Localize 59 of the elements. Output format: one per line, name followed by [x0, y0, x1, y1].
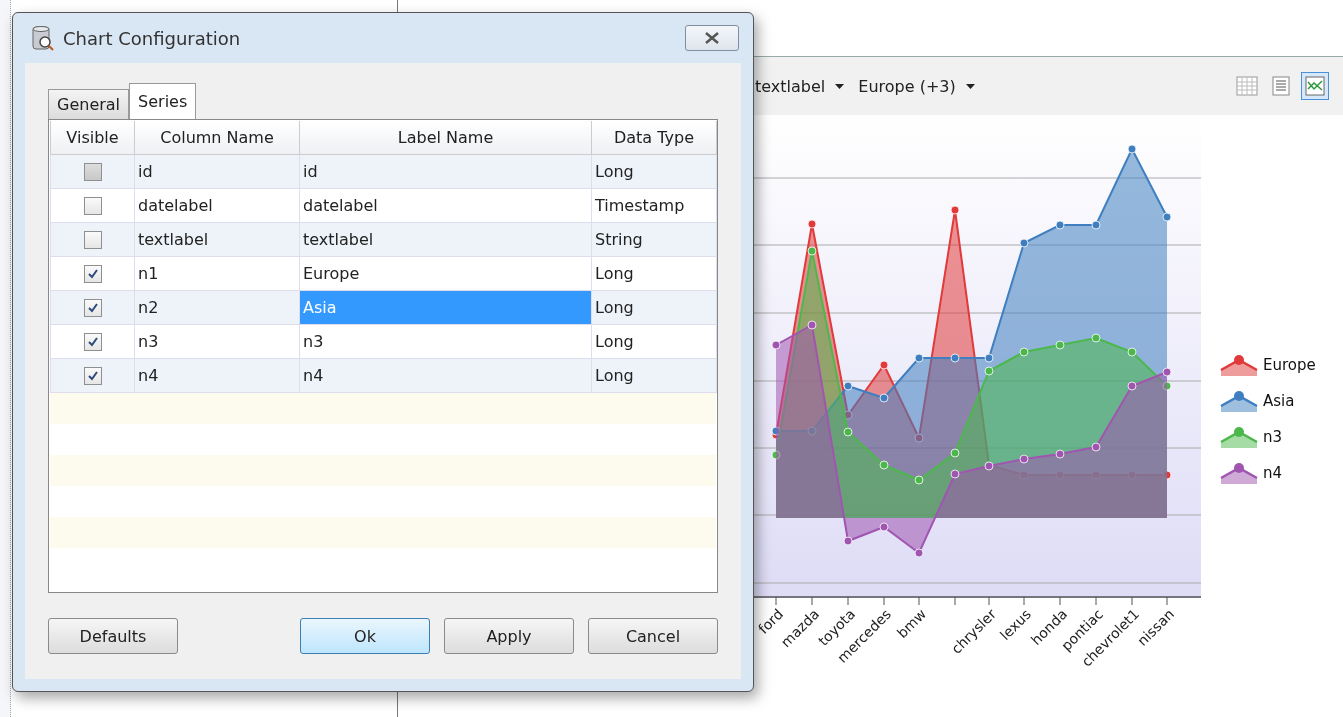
table-cell: n4	[134, 358, 300, 393]
legend-label: n4	[1263, 464, 1283, 482]
legend-swatch-icon	[1219, 424, 1259, 450]
legend-label: n3	[1263, 428, 1283, 446]
dialog-button[interactable]: Defaults	[48, 618, 178, 654]
legend-label: Asia	[1263, 392, 1295, 410]
tab[interactable]: General	[48, 89, 130, 119]
table-cell: Long	[591, 290, 717, 325]
check-icon	[86, 302, 99, 315]
check-icon	[86, 370, 99, 383]
window-title: Chart Configuration	[63, 27, 242, 49]
table-cell: n2	[134, 290, 300, 325]
legend-swatch-icon	[1219, 388, 1259, 414]
dropdown[interactable]: Europe (+3)	[858, 76, 975, 96]
table-cell: Timestamp	[591, 188, 717, 223]
grid-icon	[1236, 76, 1258, 96]
chart-icon	[1305, 76, 1325, 96]
database-icon	[31, 25, 55, 51]
legend-label: Europe	[1263, 356, 1316, 374]
table-cell: Long	[591, 154, 717, 189]
table-cell[interactable]: textlabel	[299, 222, 592, 257]
table-cell: Long	[591, 256, 717, 291]
table-cell: n1	[134, 256, 300, 291]
close-icon	[704, 32, 720, 44]
checkbox[interactable]	[83, 299, 102, 318]
table-cell: String	[591, 222, 717, 257]
tab[interactable]: Series	[129, 83, 197, 119]
table-cell[interactable]: n4	[299, 358, 592, 393]
dropdown[interactable]: textlabel	[755, 76, 845, 96]
checkbox[interactable]	[83, 197, 102, 216]
caret-icon	[965, 83, 975, 89]
dialog-button[interactable]: Cancel	[588, 618, 718, 654]
view-button[interactable]	[1301, 72, 1329, 100]
checkbox[interactable]	[83, 333, 102, 352]
column-header[interactable]: Data Type	[591, 121, 717, 155]
table-cell[interactable]: datelabel	[299, 188, 592, 223]
column-header[interactable]: Visible	[50, 121, 135, 155]
checkbox[interactable]	[83, 231, 102, 250]
table-cell: id	[134, 154, 300, 189]
legend-swatch-icon	[1219, 352, 1259, 378]
table-cell: textlabel	[134, 222, 300, 257]
legend-swatch-icon	[1219, 460, 1259, 486]
check-icon	[86, 336, 99, 349]
table-cell[interactable]: Europe	[299, 256, 592, 291]
close-button[interactable]	[685, 25, 739, 51]
document-icon	[1272, 76, 1290, 96]
dialog-button[interactable]: Ok	[300, 618, 430, 654]
caret-icon	[835, 83, 845, 89]
checkbox[interactable]	[83, 265, 102, 284]
table-cell: Long	[591, 358, 717, 393]
table-cell: datelabel	[134, 188, 300, 223]
column-header[interactable]: Column Name	[134, 121, 300, 155]
table-cell: Long	[591, 324, 717, 359]
check-icon	[86, 268, 99, 281]
column-header[interactable]: Label Name	[299, 121, 592, 155]
table-cell: n3	[134, 324, 300, 359]
dialog-button[interactable]: Apply	[444, 618, 574, 654]
table-cell[interactable]: n3	[299, 324, 592, 359]
checkbox[interactable]	[83, 367, 102, 386]
